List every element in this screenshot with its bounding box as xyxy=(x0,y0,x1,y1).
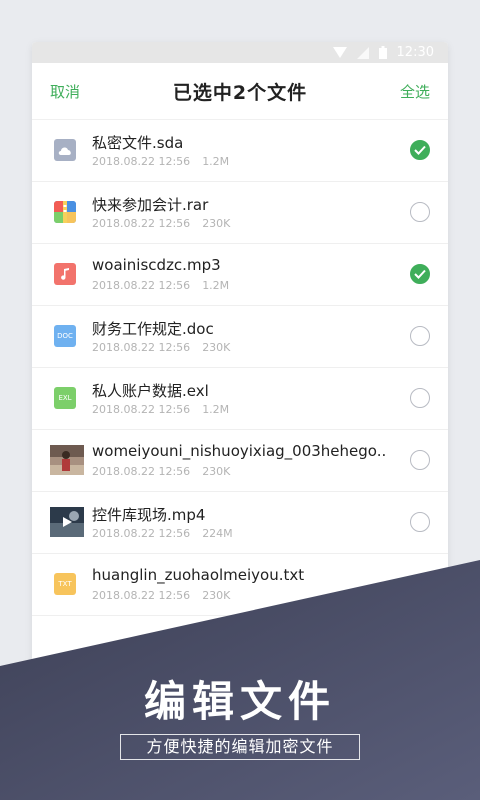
file-name: woainiscdzc.mp3 xyxy=(92,256,221,274)
file-size: 230K xyxy=(202,465,231,478)
music-file-icon xyxy=(54,263,76,285)
checked-icon[interactable] xyxy=(410,264,430,284)
file-name: 快来参加会计.rar xyxy=(92,196,209,214)
list-item[interactable]: TXT huanglin_zuohaolmeiyou.txt 2018.08.2… xyxy=(32,554,448,616)
file-date: 2018.08.22 12:56 xyxy=(92,341,191,354)
file-size: 230K xyxy=(202,589,231,602)
file-size: 1.2M xyxy=(202,155,230,168)
list-item[interactable]: woainiscdzc.mp3 2018.08.22 12:56 1.2M xyxy=(32,244,448,306)
file-list: 私密文件.sda 2018.08.22 12:56 1.2M 快来参加会计.rar… xyxy=(32,120,448,616)
file-meta: 2018.08.22 12:56 230K xyxy=(92,341,230,354)
file-name: 控件库现场.mp4 xyxy=(92,506,206,524)
list-item[interactable]: 控件库现场.mp4 2018.08.22 12:56 224M xyxy=(32,492,448,554)
unchecked-icon[interactable] xyxy=(410,326,430,346)
phone-screen: 12:30 取消 已选中2个文件 全选 私密文件.sda 2018.08.22 … xyxy=(32,42,448,800)
file-size: 1.2M xyxy=(202,403,230,416)
wifi-icon xyxy=(332,47,347,58)
file-meta: 2018.08.22 12:56 230K xyxy=(92,465,230,478)
file-type-label: DOC xyxy=(57,332,73,340)
select-all-button[interactable]: 全选 xyxy=(400,81,430,102)
signal-icon xyxy=(356,46,369,59)
status-time: 12:30 xyxy=(396,45,434,60)
txt-file-icon: TXT xyxy=(54,573,76,595)
video-thumbnail-icon xyxy=(50,507,84,537)
file-size: 230K xyxy=(202,341,231,354)
doc-file-icon: DOC xyxy=(54,325,76,347)
list-item[interactable]: womeiyouni_nishuoyixiag_003hehego.. 2018… xyxy=(32,430,448,492)
file-meta: 2018.08.22 12:56 1.2M xyxy=(92,403,229,416)
unchecked-icon[interactable] xyxy=(410,512,430,532)
file-name: 私密文件.sda xyxy=(92,134,184,152)
cloud-file-icon xyxy=(54,139,76,161)
unchecked-icon[interactable] xyxy=(410,388,430,408)
excel-file-icon: EXL xyxy=(54,387,76,409)
unchecked-icon[interactable] xyxy=(410,574,430,594)
list-item[interactable]: 快来参加会计.rar 2018.08.22 12:56 230K xyxy=(32,182,448,244)
file-name: huanglin_zuohaolmeiyou.txt xyxy=(92,566,305,584)
cancel-button[interactable]: 取消 xyxy=(50,81,80,102)
file-name: womeiyouni_nishuoyixiag_003hehego.. xyxy=(92,442,387,460)
file-date: 2018.08.22 12:56 xyxy=(92,465,191,478)
file-type-label: TXT xyxy=(58,580,72,588)
checked-icon[interactable] xyxy=(410,140,430,160)
file-date: 2018.08.22 12:56 xyxy=(92,403,191,416)
file-date: 2018.08.22 12:56 xyxy=(92,527,191,540)
file-date: 2018.08.22 12:56 xyxy=(92,279,191,292)
file-size: 230K xyxy=(202,217,231,230)
archive-file-icon xyxy=(54,201,76,223)
file-name: 财务工作规定.doc xyxy=(92,320,214,338)
image-thumbnail-icon xyxy=(50,445,84,475)
file-name: 私人账户数据.exl xyxy=(92,382,209,400)
file-meta: 2018.08.22 12:56 224M xyxy=(92,527,233,540)
app-bar: 取消 已选中2个文件 全选 xyxy=(32,63,448,120)
file-meta: 2018.08.22 12:56 1.2M xyxy=(92,279,229,292)
list-item[interactable]: DOC 财务工作规定.doc 2018.08.22 12:56 230K xyxy=(32,306,448,368)
file-date: 2018.08.22 12:56 xyxy=(92,155,191,168)
status-bar: 12:30 xyxy=(32,42,448,63)
file-size: 1.2M xyxy=(202,279,230,292)
file-meta: 2018.08.22 12:56 230K xyxy=(92,589,230,602)
page-title: 已选中2个文件 xyxy=(172,81,308,104)
battery-icon xyxy=(378,46,387,59)
unchecked-icon[interactable] xyxy=(410,202,430,222)
list-item[interactable]: 私密文件.sda 2018.08.22 12:56 1.2M xyxy=(32,120,448,182)
file-size: 224M xyxy=(202,527,233,540)
file-meta: 2018.08.22 12:56 230K xyxy=(92,217,230,230)
file-date: 2018.08.22 12:56 xyxy=(92,217,191,230)
list-item[interactable]: EXL 私人账户数据.exl 2018.08.22 12:56 1.2M xyxy=(32,368,448,430)
file-date: 2018.08.22 12:56 xyxy=(92,589,191,602)
file-type-label: EXL xyxy=(58,394,72,402)
file-meta: 2018.08.22 12:56 1.2M xyxy=(92,155,229,168)
unchecked-icon[interactable] xyxy=(410,450,430,470)
